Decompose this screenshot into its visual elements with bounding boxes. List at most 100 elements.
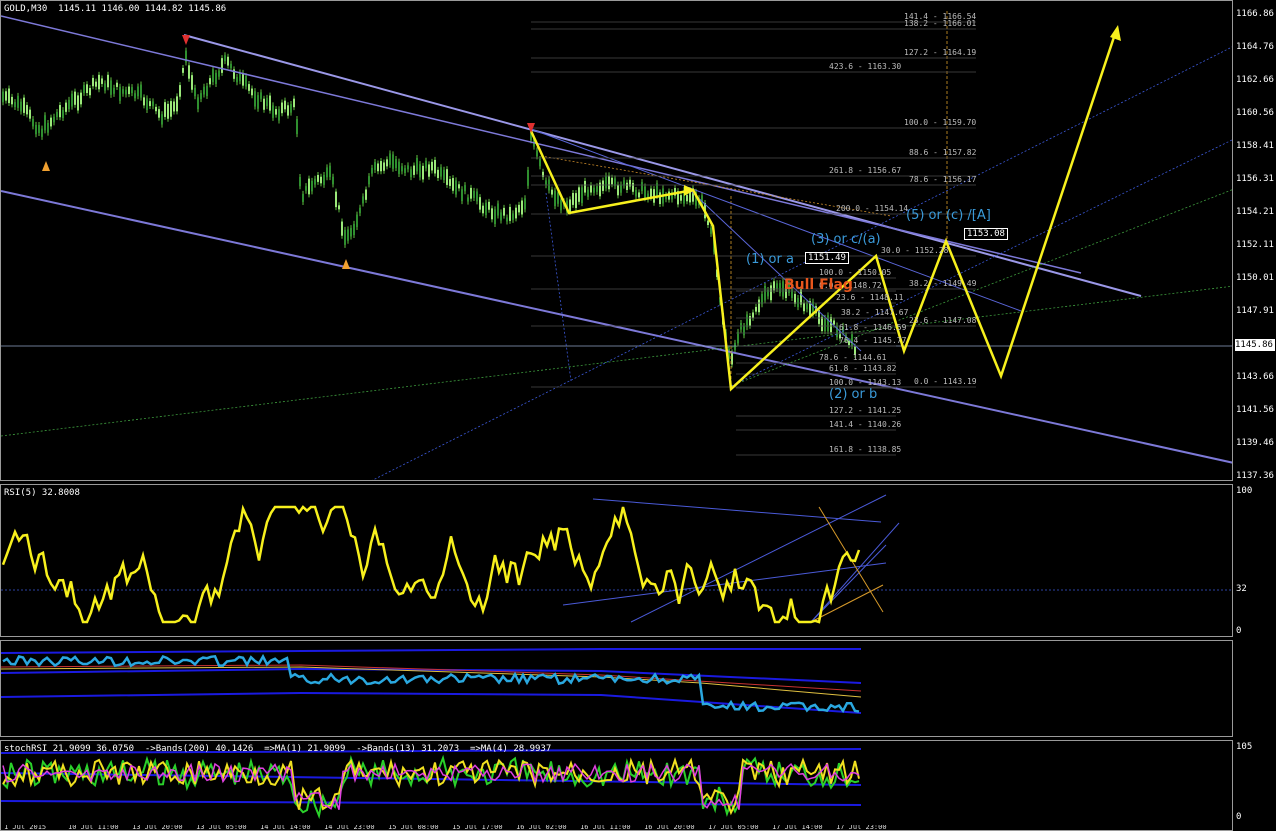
candle-body <box>326 167 328 178</box>
candle-body <box>44 115 46 131</box>
candle-body <box>230 63 232 69</box>
price-axis-label: 1139.46 <box>1236 438 1274 448</box>
price-box-label-2: 1153.08 <box>964 228 1008 240</box>
wave-label-1: (1) or a <box>746 252 794 267</box>
candle-body <box>497 203 499 216</box>
candle-body <box>38 124 40 133</box>
candle-body <box>806 302 808 310</box>
price-axis-label: 1152.11 <box>1236 240 1274 250</box>
price-axis-label: 1160.56 <box>1236 108 1274 118</box>
candle-body <box>62 110 64 119</box>
time-axis-label: 17 Jul 23:00 <box>836 825 887 831</box>
candle-body <box>554 190 556 207</box>
candle-body <box>383 162 385 171</box>
candle-body <box>779 283 781 294</box>
fib-level-label: 76.4 - 1145.77 <box>839 336 907 345</box>
candle-body <box>302 193 304 202</box>
stochrsi-pane[interactable]: stochRSI 21.9099 36.0750 ->Bands(200) 40… <box>0 740 1233 831</box>
candle-body <box>320 176 322 184</box>
candle-body <box>644 186 646 199</box>
candle-body <box>434 159 436 174</box>
candle-body <box>407 165 409 170</box>
candle-body <box>164 102 166 117</box>
fib-level-label: 61.8 - 1146.59 <box>839 323 907 332</box>
fib-level-label: 161.8 - 1138.85 <box>829 445 902 454</box>
stochrsi-canvas[interactable] <box>1 741 1233 831</box>
candle-body <box>173 101 175 112</box>
bull-flag-label: Bull Flag <box>784 277 853 293</box>
candle-body <box>467 197 469 202</box>
time-axis: 1 Jul 2015 10 Jul 11:00 13 Jul 20:00 13 Jul… <box>0 825 1233 831</box>
candlestick-series <box>2 47 856 368</box>
fib-level-label: 61.8 - 1143.82 <box>829 364 897 373</box>
candle-body <box>632 182 634 192</box>
candle-body <box>53 116 55 123</box>
bands-canvas[interactable] <box>1 641 1233 737</box>
candle-body <box>122 89 124 94</box>
candle-body <box>503 207 505 216</box>
candle-body <box>86 84 88 94</box>
candle-body <box>797 297 799 308</box>
candle-body <box>437 169 439 178</box>
dotted-trend-line <box>1 285 1232 437</box>
price-axis-label: 1162.66 <box>1236 75 1274 85</box>
price-axis-label: 1141.56 <box>1236 405 1274 415</box>
fib-level-label: 100.0 - 1150.05 <box>819 268 892 277</box>
candle-body <box>311 180 313 192</box>
up-arrow-marker <box>42 161 50 171</box>
fib-level-label: 141.4 - 1140.26 <box>829 420 902 429</box>
candle-body <box>758 299 760 313</box>
candle-body <box>152 101 154 107</box>
rsi-canvas[interactable] <box>1 485 1233 637</box>
candle-body <box>584 180 586 193</box>
rsi-pane[interactable]: RSI(5) 32.8008 <box>0 484 1233 637</box>
fib-level-label: 100.0 - 1143.13 <box>829 378 902 387</box>
price-chart-canvas[interactable] <box>1 1 1233 481</box>
candle-body <box>293 98 295 108</box>
candle-body <box>146 98 148 111</box>
time-axis-label: 16 Jul 20:00 <box>644 825 695 831</box>
candle-body <box>794 293 796 304</box>
time-axis-label: 1 Jul 2015 <box>4 825 47 831</box>
candle-body <box>8 88 10 104</box>
candle-body <box>203 86 205 95</box>
candle-body <box>98 74 100 90</box>
price-chart-pane[interactable]: GOLD,M30 1145.11 1146.00 1144.82 1145.86… <box>0 0 1233 481</box>
candle-body <box>350 228 352 237</box>
candle-body <box>755 306 757 312</box>
fib-level-label: 78.6 - 1156.17 <box>909 175 977 184</box>
fib-level-label: 23.6 - 1148.11 <box>836 293 904 302</box>
candle-body <box>362 196 364 204</box>
candle-body <box>803 302 805 312</box>
candle-body <box>329 165 331 178</box>
price-box-label-1: 1151.49 <box>805 252 849 264</box>
candle-body <box>236 77 238 83</box>
time-axis-label: 13 Jul 20:00 <box>132 825 183 831</box>
fib-level-label: 138.2 - 1166.01 <box>904 19 977 28</box>
candle-body <box>374 162 376 170</box>
candle-body <box>179 85 181 97</box>
candle-body <box>419 164 421 178</box>
candle-body <box>158 109 160 118</box>
candle-body <box>593 187 595 193</box>
candle-body <box>422 165 424 180</box>
candle-body <box>212 69 214 83</box>
candle-body <box>743 325 745 336</box>
stoch-axis-max: 105 <box>1236 742 1253 752</box>
candle-body <box>272 105 274 118</box>
bands-pane[interactable] <box>0 640 1233 737</box>
candle-body <box>650 188 652 198</box>
fib-level-label: 261.8 - 1156.67 <box>829 166 902 175</box>
candle-body <box>452 178 454 191</box>
candle-body <box>80 92 82 105</box>
candle-body <box>494 209 496 225</box>
arrowhead-end <box>1110 25 1121 41</box>
candle-body <box>446 169 448 185</box>
down-arrow-marker <box>182 35 190 45</box>
candle-body <box>488 201 490 210</box>
candle-body <box>182 67 184 73</box>
candle-body <box>545 180 547 186</box>
candle-body <box>392 154 394 169</box>
bands-series <box>2 653 860 714</box>
candle-body <box>11 96 13 105</box>
